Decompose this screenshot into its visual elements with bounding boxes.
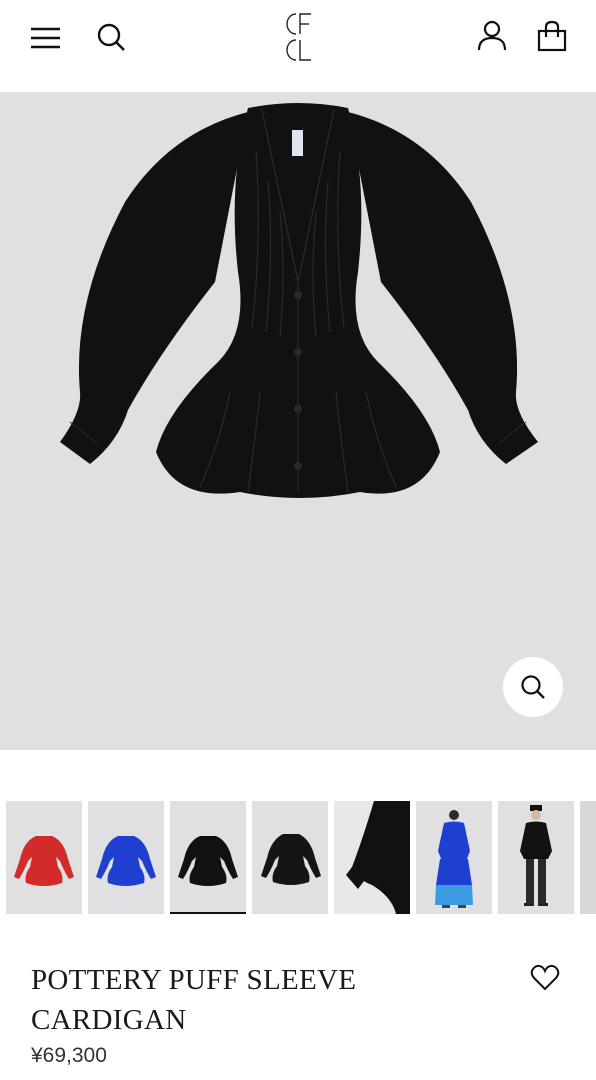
hamburger-menu-icon[interactable]	[28, 22, 64, 54]
thumbnail-blue-cardigan[interactable]	[88, 801, 164, 914]
sleeve-detail-thumbnail-image	[346, 801, 410, 914]
black-cardigan-image	[60, 103, 538, 498]
shopping-bag-icon[interactable]	[534, 18, 570, 54]
product-title: POTTERY PUFF SLEEVE CARDIGAN	[31, 960, 451, 1040]
model-blue-thumbnail-image	[435, 810, 473, 908]
product-title-line2: CARDIGAN	[31, 1004, 187, 1036]
thumbnail-black-cardigan-angle[interactable]	[252, 801, 328, 914]
thumbnail-sleeve-detail[interactable]	[334, 801, 410, 914]
user-account-icon[interactable]	[474, 18, 510, 54]
heart-icon[interactable]	[530, 964, 560, 992]
site-header	[0, 0, 596, 92]
thumbnail-black-cardigan-front[interactable]	[170, 801, 246, 914]
product-title-line1: POTTERY PUFF SLEEVE	[31, 964, 357, 996]
blue-cardigan-thumbnail-image	[96, 836, 156, 886]
product-price: ¥69,300	[31, 1044, 107, 1067]
product-main-image[interactable]	[0, 92, 596, 750]
thumbnail-model-black[interactable]	[498, 801, 574, 914]
zoom-button[interactable]	[503, 657, 563, 717]
black-cardigan-angle-thumbnail-image	[261, 834, 321, 885]
model-black-thumbnail-image	[520, 805, 552, 906]
thumbnail-red-cardigan[interactable]	[6, 801, 82, 914]
partial-thumbnail-image	[580, 801, 596, 914]
red-cardigan-thumbnail-image	[14, 836, 74, 886]
brand-logo[interactable]	[278, 10, 320, 66]
black-cardigan-thumbnail-image	[178, 836, 238, 886]
thumbnail-model-blue[interactable]	[416, 801, 492, 914]
magnifier-icon	[521, 675, 545, 699]
thumbnail-partial[interactable]	[580, 801, 596, 914]
search-icon[interactable]	[94, 20, 128, 54]
thumbnail-gallery[interactable]	[0, 801, 596, 916]
